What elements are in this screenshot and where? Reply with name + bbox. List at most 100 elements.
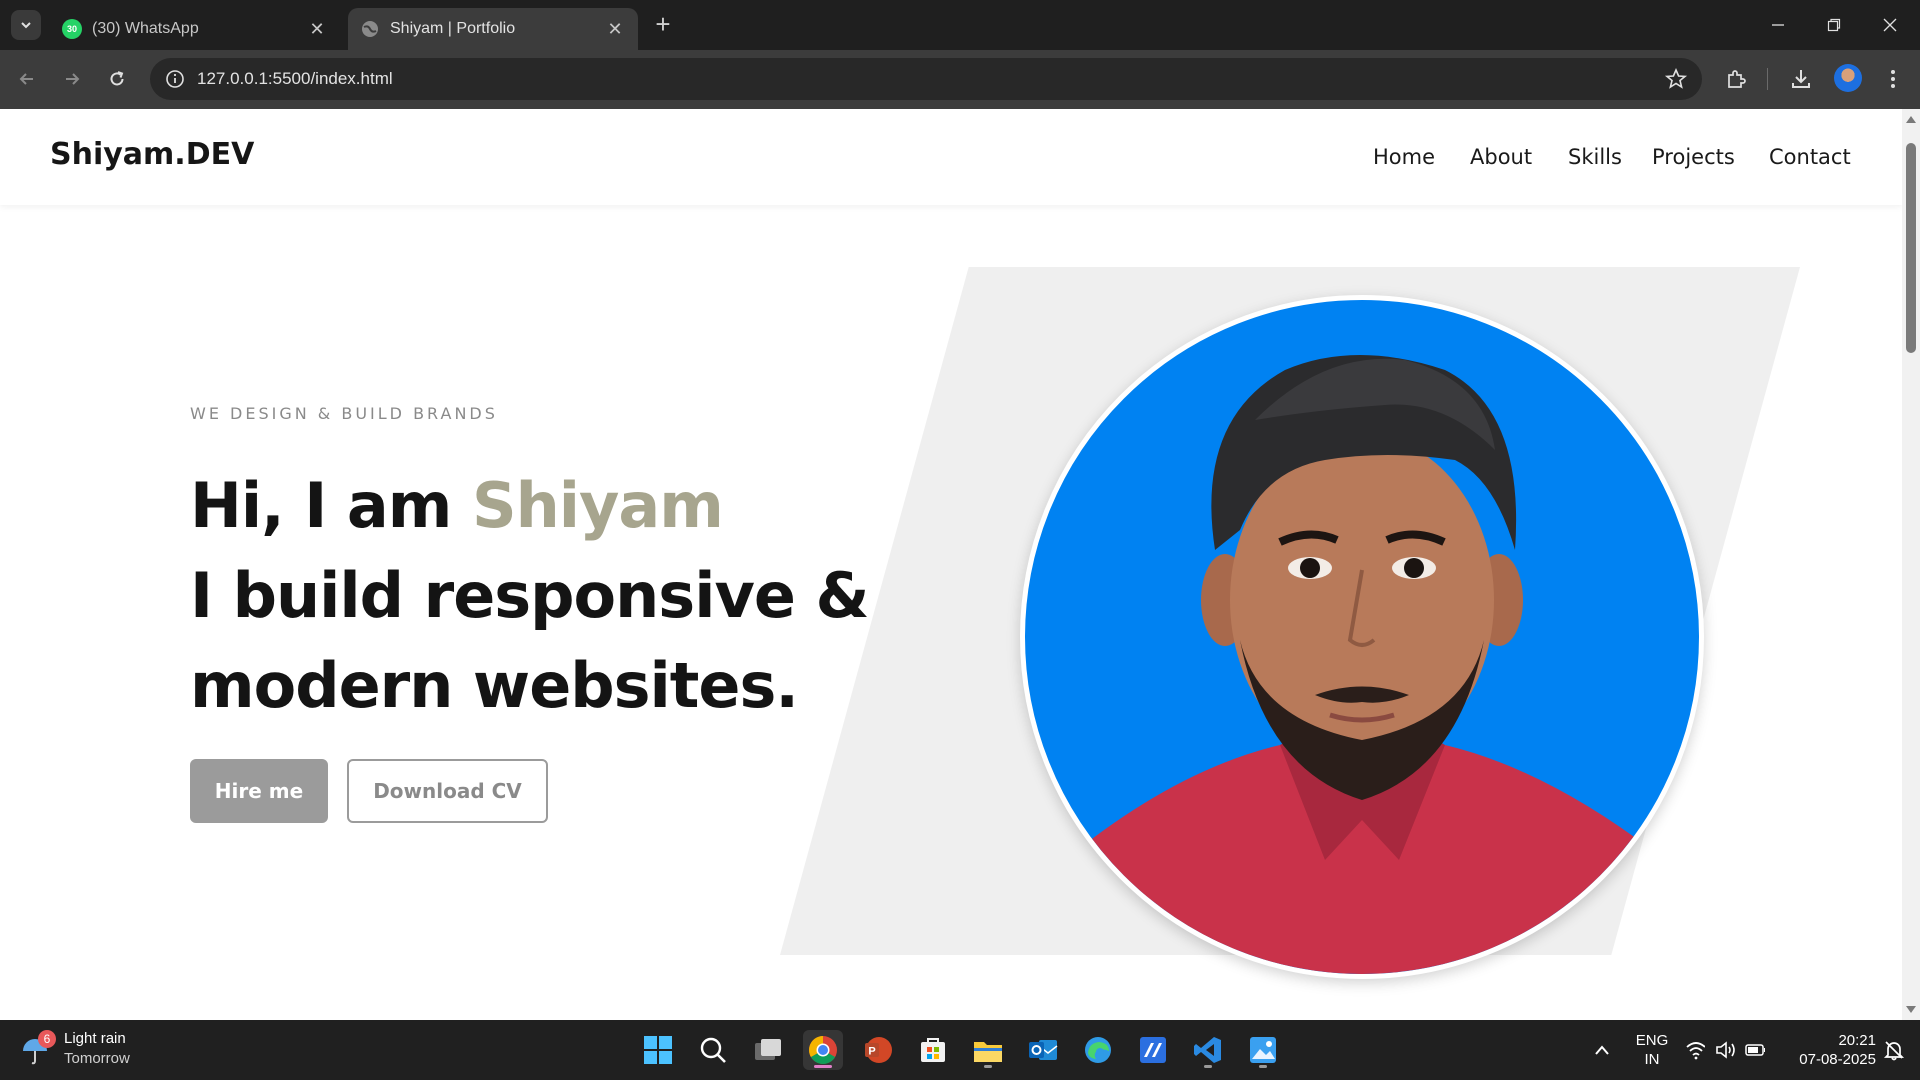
extensions-button[interactable] [1721,64,1751,94]
taskbar-store[interactable] [913,1030,953,1070]
scroll-up-icon[interactable] [1906,115,1916,123]
tab-title: (30) WhatsApp [92,20,199,37]
forward-button[interactable] [57,64,87,94]
taskbar-photos[interactable] [1243,1030,1283,1070]
portfolio-page: Shiyam.DEV Home About Skills Projects Co… [0,109,1902,1020]
profile-photo [1020,295,1704,979]
windows-taskbar: 6 Light rain Tomorrow P ENG IN 20:21 07-… [0,1020,1920,1080]
new-tab-button[interactable]: + [650,11,676,38]
edge-icon [1085,1037,1111,1063]
close-tab-icon[interactable]: ✕ [306,18,328,40]
notifications-button[interactable] [1874,1030,1914,1070]
system-tray-status[interactable] [1685,1038,1765,1062]
outlook-icon [1029,1040,1058,1060]
restore-button[interactable] [1806,0,1862,50]
tab-portfolio[interactable]: Shiyam | Portfolio ✕ [348,8,638,50]
running-indicator [984,1065,992,1068]
clock[interactable]: 20:21 07-08-2025 [1780,1031,1876,1069]
address-bar[interactable]: 127.0.0.1:5500/index.html [150,58,1702,100]
chevron-down-icon [21,22,31,29]
nav-projects[interactable]: Projects [1652,145,1735,169]
url-text[interactable]: 127.0.0.1:5500/index.html [197,69,393,89]
vscode-icon [1194,1037,1221,1063]
profile-avatar[interactable] [1834,64,1862,92]
language-indicator[interactable]: ENG IN [1632,1031,1672,1069]
tab-title: Shiyam | Portfolio [390,20,516,37]
arrow-right-icon [66,73,80,85]
folder-icon [974,1042,1002,1062]
globe-icon [360,19,380,39]
task-view-icon [755,1039,781,1060]
nav-home[interactable]: Home [1373,145,1435,169]
whatsapp-icon: 30 [62,19,82,39]
close-window-button[interactable] [1862,0,1918,50]
running-indicator [1259,1065,1267,1068]
store-icon [921,1038,945,1062]
bookmark-star-icon[interactable] [1664,67,1688,91]
language-code: ENG [1635,1032,1669,1049]
running-indicator [1204,1065,1212,1068]
nav-about[interactable]: About [1470,145,1532,169]
tab-strip: 30 (30) WhatsApp ✕ Shiyam | Portfolio ✕ … [0,0,1920,50]
task-view-button[interactable] [748,1030,788,1070]
arrow-left-icon [19,73,33,85]
hero-line-2: I build responsive & [190,559,870,632]
scrollbar-thumb[interactable] [1906,143,1916,353]
photos-icon [1250,1037,1276,1063]
kebab-menu-icon [1891,70,1895,88]
reload-icon [110,71,124,86]
hero-eyebrow: WE DESIGN & BUILD BRANDS [190,404,498,423]
weather-condition: Light rain [64,1030,126,1047]
tab-search-button[interactable] [11,10,41,40]
tab-whatsapp[interactable]: 30 (30) WhatsApp ✕ [50,8,340,50]
download-icon [1792,70,1810,88]
close-icon [1883,18,1897,32]
app-icon [1140,1037,1166,1063]
reload-button[interactable] [102,64,132,94]
region-code: IN [1644,1051,1660,1068]
back-button[interactable] [12,64,42,94]
taskbar-edge[interactable] [1078,1030,1118,1070]
taskbar-vscode[interactable] [1188,1030,1228,1070]
taskbar-app[interactable] [1133,1030,1173,1070]
hero-headline: Hi, I am Shiyam I build responsive & mod… [190,461,870,731]
downloads-button[interactable] [1786,64,1816,94]
browser-toolbar: 127.0.0.1:5500/index.html [0,50,1920,109]
taskbar-powerpoint[interactable]: P [858,1030,898,1070]
taskbar-file-explorer[interactable] [968,1030,1008,1070]
clock-time: 20:21 [1838,1032,1876,1049]
portrait-illustration [1025,355,1699,974]
taskbar-chrome[interactable] [803,1030,843,1070]
weather-when: Tomorrow [64,1050,130,1067]
windows-logo-icon [644,1036,672,1064]
weather-widget[interactable]: 6 Light rain Tomorrow [20,1030,160,1070]
taskbar-search[interactable] [693,1030,733,1070]
show-hidden-icons-button[interactable] [1582,1030,1622,1070]
restore-icon [1827,18,1841,32]
nav-skills[interactable]: Skills [1568,145,1622,169]
tab-badge: 30 [66,24,77,34]
download-cv-button[interactable]: Download CV [347,759,548,823]
close-tab-icon[interactable]: ✕ [604,18,626,40]
chevron-up-icon [1595,1045,1609,1055]
active-indicator [814,1065,832,1068]
hire-me-button[interactable]: Hire me [190,759,328,823]
wifi-icon [1686,1042,1705,1060]
minimize-button[interactable] [1750,0,1806,50]
start-button[interactable] [638,1030,678,1070]
site-info-icon[interactable] [164,68,186,90]
battery-icon [1745,1044,1765,1056]
taskbar-outlook[interactable] [1023,1030,1063,1070]
toolbar-divider [1767,68,1768,90]
powerpoint-icon: P [865,1037,892,1063]
volume-icon [1716,1041,1735,1059]
weather-badge: 6 [38,1030,56,1048]
minimize-icon [1772,24,1784,26]
site-navbar: Shiyam.DEV Home About Skills Projects Co… [0,109,1902,205]
nav-contact[interactable]: Contact [1769,145,1851,169]
puzzle-icon [1728,70,1746,88]
site-logo[interactable]: Shiyam.DEV [50,137,254,172]
scroll-down-icon[interactable] [1906,1006,1916,1014]
menu-button[interactable] [1878,64,1908,94]
page-scrollbar[interactable] [1902,109,1920,1020]
